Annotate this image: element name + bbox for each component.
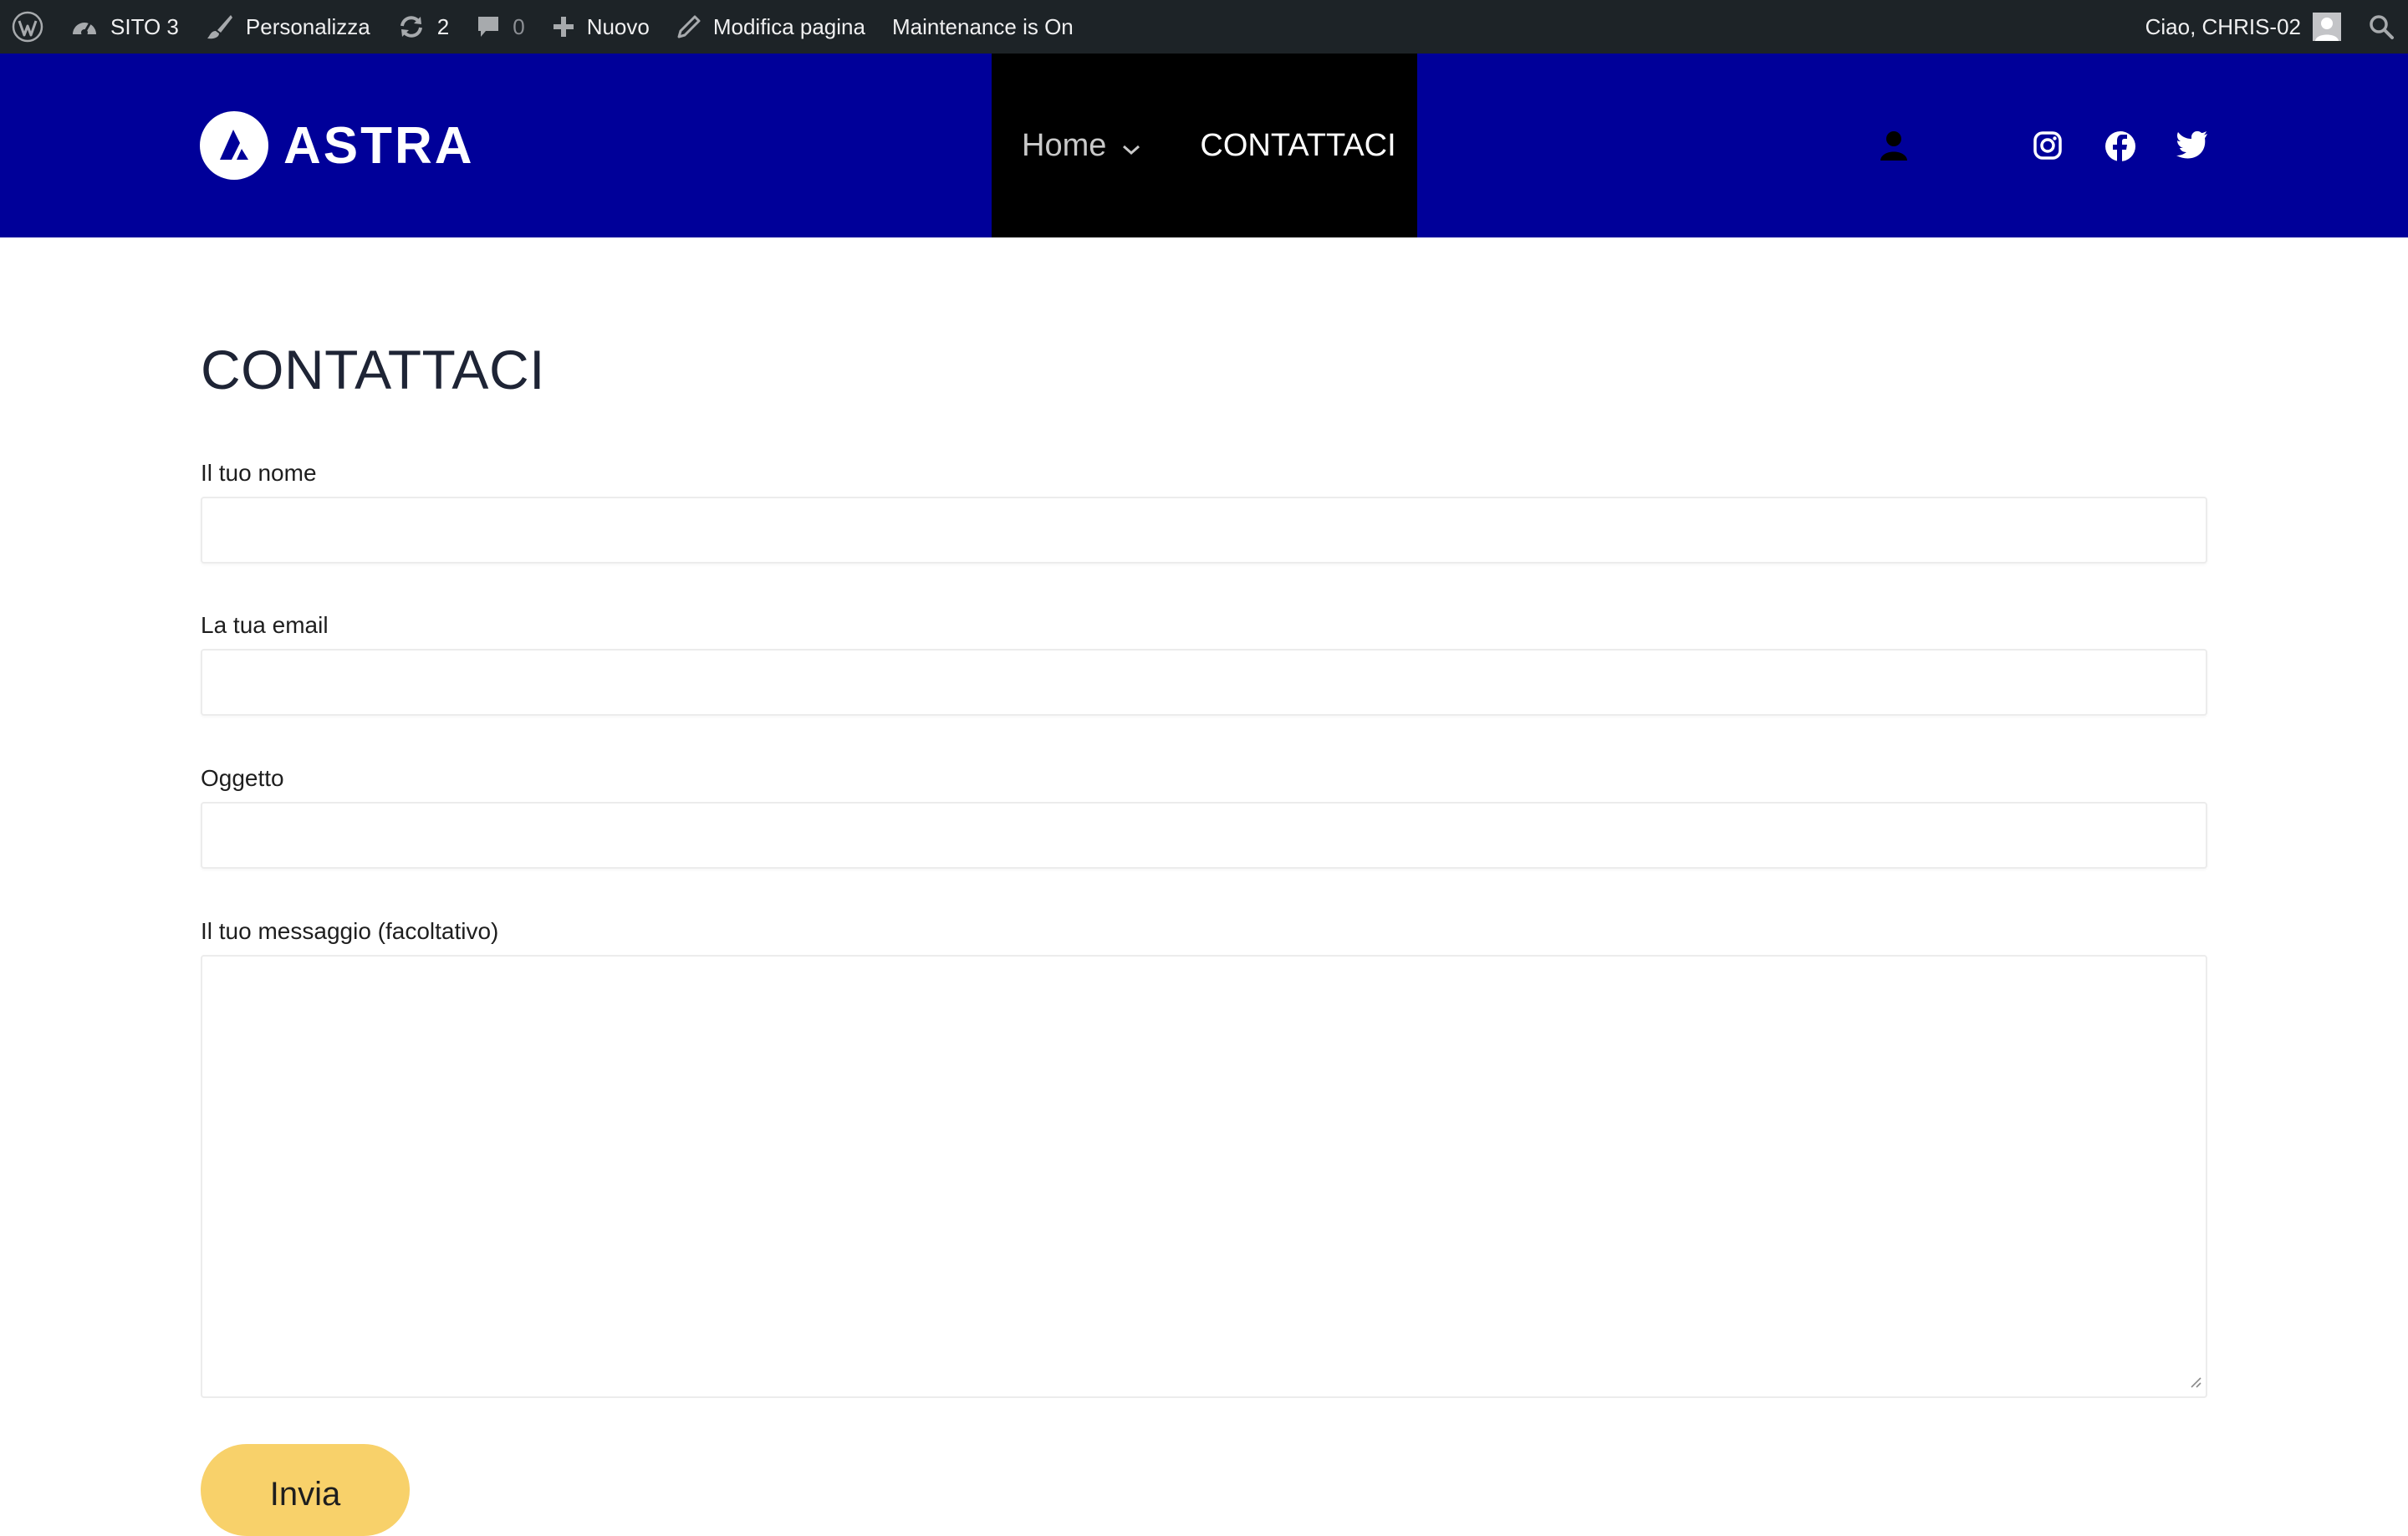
nav-item-contattaci[interactable]: CONTATTACI [1141,54,1395,237]
subject-input[interactable] [201,802,2207,869]
wordpress-icon [12,11,43,43]
message-field-label: Il tuo messaggio (facoltativo) [201,918,499,944]
twitter-icon[interactable] [2176,130,2208,163]
message-textarea[interactable] [201,955,2207,1398]
new-content-menu[interactable]: Nuovo [538,0,663,54]
new-label: Nuovo [586,13,650,39]
avatar [2313,13,2341,41]
email-field-label: La tua email [201,612,329,638]
email-input[interactable] [201,649,2207,716]
name-field-label: Il tuo nome [201,460,317,486]
site-header: ASTRA Home CONTATTACI [0,54,2408,237]
user-account-icon[interactable] [1877,129,1911,166]
user-account-menu[interactable]: Ciao, CHRIS-02 [2132,0,2354,54]
customize-label: Personalizza [245,13,370,39]
admin-bar: SITO 3 Personalizza 2 0 Nuovo Modifica p… [0,0,2408,54]
primary-navigation: Home CONTATTACI [992,54,1417,237]
page-title: CONTATTACI [201,339,545,401]
edit-page-label: Modifica pagina [712,13,865,39]
subject-field-label: Oggetto [201,765,284,791]
comments-link[interactable]: 0 [462,0,538,54]
name-input[interactable] [201,497,2207,564]
site-logo[interactable]: ASTRA [200,111,475,180]
brush-icon [206,13,234,41]
comment-icon [476,14,501,39]
maintenance-status-link[interactable]: Maintenance is On [879,0,1087,54]
plus-icon [552,15,575,38]
updates-icon [397,14,426,39]
dashboard-icon [70,14,99,39]
edit-page-link[interactable]: Modifica pagina [663,0,879,54]
maintenance-label: Maintenance is On [891,13,1074,39]
chevron-down-icon[interactable] [1121,128,1141,164]
astra-logo-icon [200,111,268,180]
instagram-icon[interactable] [2033,130,2063,165]
nav-item-contattaci-label: CONTATTACI [1200,127,1396,163]
greeting-label: Ciao, CHRIS-02 [2145,13,2301,39]
nav-item-home-label: Home [1022,127,1107,163]
nav-item-home[interactable]: Home [992,54,1141,237]
search-icon [2368,13,2395,40]
customize-link[interactable]: Personalizza [192,0,384,54]
updates-link[interactable]: 2 [384,0,462,54]
logo-text: ASTRA [283,116,475,175]
comments-count: 0 [513,13,525,39]
facebook-icon[interactable] [2104,130,2136,166]
resize-handle-icon[interactable] [2189,1375,2202,1393]
pencil-icon [676,14,701,39]
site-name-menu[interactable]: SITO 3 [57,0,192,54]
updates-count: 2 [436,13,450,39]
site-name-label: SITO 3 [110,13,179,39]
wordpress-menu[interactable] [0,0,57,54]
admin-search[interactable] [2354,0,2408,54]
submit-button[interactable]: Invia [201,1444,410,1536]
